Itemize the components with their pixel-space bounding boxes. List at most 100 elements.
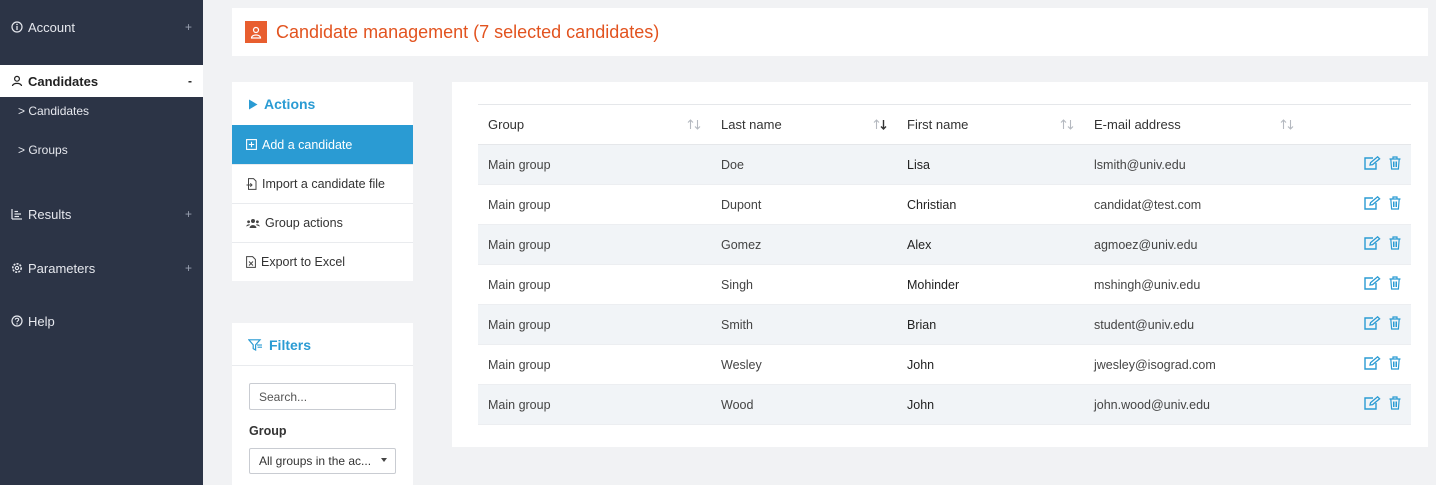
user-icon [10,74,24,88]
candidates-table: Group Last name First name E-mail addres… [478,104,1411,425]
cell-first-name: John [897,384,1084,425]
group-select[interactable]: All groups in the ac... [249,448,396,474]
export-excel-button[interactable]: Export to Excel [232,242,413,281]
subnav-groups[interactable]: > Groups [18,143,68,157]
export-excel-label: Export to Excel [261,255,346,269]
column-header-actions [1304,104,1411,145]
divider [232,365,413,366]
cell-group: Main group [478,304,711,345]
cell-actions [1304,304,1411,345]
table-body: Main group Doe Lisa lsmith@univ.edu Main gro… [478,144,1411,425]
table-row[interactable]: Main group Smith Brian student@univ.edu [478,304,1411,345]
cell-email: agmoez@univ.edu [1084,224,1304,265]
filters-title-label: Filters [269,337,312,353]
table-row[interactable]: Main group Gomez Alex agmoez@univ.edu [478,224,1411,265]
table-row[interactable]: Main group Wesley John jwesley@isograd.com [478,344,1411,385]
cell-actions [1304,144,1411,185]
cell-last-name: Doe [711,144,897,185]
page-header: Candidate management (7 selected candida… [232,8,1428,56]
trash-icon[interactable] [1389,236,1401,253]
edit-icon[interactable] [1364,355,1381,373]
actions-panel: Actions Add a candidate Import a candida… [232,82,413,281]
cell-group: Main group [478,224,711,265]
expand-icon[interactable]: + [185,20,192,34]
trash-icon[interactable] [1389,196,1401,213]
nav-candidates-label: Candidates [28,73,99,89]
chevron-down-icon [381,458,387,462]
sort-desc-icon[interactable] [873,118,887,133]
cell-last-name: Smith [711,304,897,345]
column-header-label: E-mail address [1094,117,1181,132]
cell-first-name: Christian [897,184,1084,225]
trash-icon[interactable] [1389,156,1401,173]
edit-icon[interactable] [1364,195,1381,213]
filter-icon [248,339,262,351]
trash-icon[interactable] [1389,316,1401,333]
cell-actions [1304,264,1411,305]
cell-email: lsmith@univ.edu [1084,144,1304,185]
bar-chart-icon [10,207,24,221]
sidebar: Account + Candidates - > Candidates > Gr… [0,0,203,485]
import-file-icon [246,178,257,190]
table-row[interactable]: Main group Wood John john.wood@univ.edu [478,384,1411,425]
import-candidate-file-button[interactable]: Import a candidate file [232,164,413,203]
search-input[interactable] [249,383,396,410]
cell-group: Main group [478,184,711,225]
nav-help[interactable]: Help [0,305,203,337]
table-header-row: Group Last name First name E-mail addres… [478,104,1411,145]
cell-email: john.wood@univ.edu [1084,384,1304,425]
group-actions-button[interactable]: Group actions [232,203,413,242]
info-icon [10,20,24,34]
group-select-value: All groups in the ac... [259,454,372,468]
trash-icon[interactable] [1389,356,1401,373]
sort-icon[interactable] [687,118,701,133]
user-icon [245,21,267,43]
cell-actions [1304,184,1411,225]
expand-icon[interactable]: + [185,261,192,275]
edit-icon[interactable] [1364,315,1381,333]
add-candidate-label: Add a candidate [262,137,353,152]
nav-results[interactable]: Results + [0,198,203,230]
nav-parameters[interactable]: Parameters + [0,252,203,284]
table-row[interactable]: Main group Singh Mohinder mshingh@univ.edu [478,264,1411,305]
table-row[interactable]: Main group Dupont Christian candidat@test.c… [478,184,1411,225]
column-header-email[interactable]: E-mail address [1084,104,1304,145]
sort-icon[interactable] [1280,118,1294,133]
sort-icon[interactable] [1060,118,1074,133]
group-actions-label: Group actions [265,216,343,230]
add-candidate-button[interactable]: Add a candidate [232,125,413,164]
cell-group: Main group [478,344,711,385]
cell-group: Main group [478,264,711,305]
edit-icon[interactable] [1364,235,1381,253]
trash-icon[interactable] [1389,396,1401,413]
table-row[interactable]: Main group Doe Lisa lsmith@univ.edu [478,144,1411,185]
cell-email: candidat@test.com [1084,184,1304,225]
actions-title-label: Actions [264,96,316,112]
expand-icon[interactable]: + [185,207,192,221]
nav-help-label: Help [28,313,55,329]
cell-actions [1304,384,1411,425]
cell-email: mshingh@univ.edu [1084,264,1304,305]
column-header-first-name[interactable]: First name [897,104,1084,145]
column-header-label: First name [907,117,969,132]
nav-candidates[interactable]: Candidates - [0,65,203,97]
collapse-icon[interactable]: - [188,74,192,88]
cell-last-name: Wood [711,384,897,425]
column-header-label: Group [488,117,525,132]
cell-last-name: Singh [711,264,897,305]
column-header-group[interactable]: Group [478,104,711,145]
edit-icon[interactable] [1364,155,1381,173]
subnav-candidates[interactable]: > Candidates [18,104,89,118]
nav-results-label: Results [28,206,72,222]
group-filter-label: Group [249,424,287,438]
cell-first-name: Mohinder [897,264,1084,305]
edit-icon[interactable] [1364,395,1381,413]
nav-account[interactable]: Account + [0,11,203,43]
trash-icon[interactable] [1389,276,1401,293]
nav-parameters-label: Parameters [28,260,96,276]
filters-title: Filters [248,337,311,353]
nav-account-label: Account [28,19,75,35]
gear-icon [10,261,24,275]
edit-icon[interactable] [1364,275,1381,293]
column-header-last-name[interactable]: Last name [711,104,897,145]
